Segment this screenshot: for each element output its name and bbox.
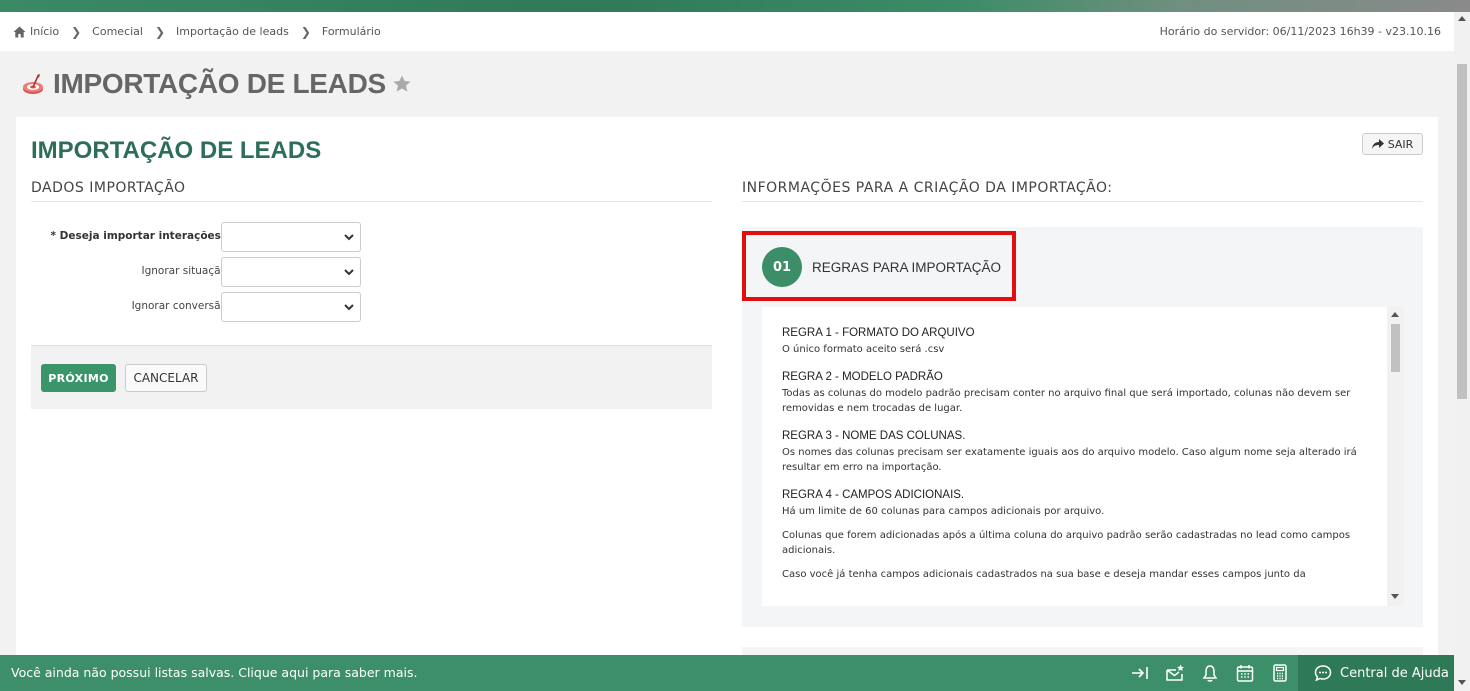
calculator-icon[interactable] (1270, 663, 1290, 683)
breadcrumb-item-formulario: Formulário (321, 25, 381, 38)
saved-lists-message[interactable]: Você ainda não possui listas salvas. Cli… (11, 665, 417, 680)
rule-text: Colunas que forem adicionadas após a últ… (782, 530, 1351, 556)
scroll-up-arrow-icon[interactable] (1391, 312, 1399, 317)
scroll-up-arrow-icon[interactable] (1458, 16, 1466, 21)
rule-text: Os nomes das colunas precisam ser exatam… (782, 447, 1357, 473)
rule-title: REGRA 1 - FORMATO DO ARQUIVO (782, 327, 975, 339)
import-interactions-select[interactable] (221, 222, 361, 252)
rule-text: Há um limite de 60 colunas para campos a… (782, 506, 1105, 517)
info-section-title: INFORMAÇÕES PARA A CRIAÇÃO DA IMPORTAÇÃO… (742, 180, 1113, 196)
rules-scrollbar[interactable] (1387, 307, 1404, 606)
breadcrumb-item-inicio[interactable]: Início (30, 25, 59, 38)
field-ignore-conversion: Ignorar conversão (31, 292, 361, 322)
breadcrumb-item-comercial[interactable]: Comecial (92, 25, 143, 38)
rule-item: REGRA 3 - NOME DAS COLUNAS. Os nomes das… (782, 430, 1362, 475)
ignore-conversion-select[interactable] (221, 292, 361, 322)
section-divider (31, 201, 712, 202)
field-import-interactions: * Deseja importar interações? (31, 222, 361, 252)
rule-text: Caso você já tenha campos adicionais cad… (782, 569, 1306, 580)
page-scroll-thumb[interactable] (1457, 64, 1467, 399)
help-center-button[interactable]: Central de Ajuda (1298, 655, 1454, 691)
rule-title: REGRA 3 - NOME DAS COLUNAS. (782, 430, 966, 442)
page-header: IMPORTAÇÃO DE LEADS (21, 68, 412, 100)
server-time: Horário do servidor: 06/11/2023 16h39 - … (1159, 25, 1441, 38)
target-icon (23, 74, 43, 94)
sign-in-icon[interactable] (1130, 663, 1150, 683)
field-ignore-situation: Ignorar situação (31, 257, 361, 287)
help-center-label: Central de Ajuda (1340, 665, 1449, 681)
cancel-button[interactable]: CANCELAR (125, 364, 207, 392)
card-title: IMPORTAÇÃO DE LEADS (31, 137, 322, 164)
star-icon[interactable] (392, 74, 412, 94)
exit-label: SAIR (1387, 137, 1414, 151)
step-title: REGRAS PARA IMPORTAÇÃO (812, 260, 1002, 275)
top-accent-bar (0, 0, 1470, 12)
home-icon (13, 26, 26, 37)
field-label: * Deseja importar interações? (50, 230, 227, 242)
breadcrumb-home[interactable]: Início (13, 25, 59, 38)
rules-panel: 01 REGRAS PARA IMPORTAÇÃO REGRA 1 - FORM… (742, 227, 1423, 627)
field-label: Ignorar situação (141, 265, 227, 277)
page-title: IMPORTAÇÃO DE LEADS (53, 68, 386, 99)
rule-title: REGRA 2 - MODELO PADRÃO (782, 371, 943, 383)
footer-icon-group (1130, 663, 1290, 683)
chevron-down-icon (344, 269, 354, 276)
bell-icon[interactable] (1200, 663, 1220, 683)
rules-list: REGRA 1 - FORMATO DO ARQUIVO O único for… (782, 327, 1362, 596)
step-number-badge: 01 (762, 247, 802, 287)
rule-title: REGRA 4 - CAMPOS ADICIONAIS. (782, 489, 965, 501)
footer-bar: Você ainda não possui listas salvas. Cli… (0, 655, 1454, 691)
next-button[interactable]: PRÓXIMO (41, 364, 116, 392)
chevron-right-icon: ❯ (71, 24, 82, 39)
mail-star-icon[interactable] (1165, 663, 1185, 683)
rule-text: Todas as colunas do modelo padrão precis… (782, 388, 1351, 414)
breadcrumb: Início ❯ Comecial ❯ Importação de leads … (0, 12, 1454, 51)
page-scrollbar[interactable] (1454, 12, 1470, 691)
chevron-down-icon (344, 304, 354, 311)
rule-text: O único formato aceito será .csv (782, 344, 945, 355)
chevron-right-icon: ❯ (300, 24, 311, 39)
chat-icon (1314, 665, 1332, 682)
form-section-title: DADOS IMPORTAÇÃO (31, 180, 186, 196)
rules-scroll-box[interactable]: REGRA 1 - FORMATO DO ARQUIVO O único for… (762, 307, 1404, 606)
chevron-right-icon: ❯ (154, 24, 166, 39)
section-divider (742, 201, 1423, 202)
breadcrumb-item-importacao[interactable]: Importação de leads (176, 25, 289, 38)
field-label: Ignorar conversão (131, 300, 227, 312)
scroll-down-arrow-icon[interactable] (1391, 594, 1399, 599)
rules-scroll-thumb[interactable] (1391, 324, 1400, 372)
chevron-down-icon (344, 234, 354, 241)
ignore-situation-select[interactable] (221, 257, 361, 287)
rule-item: REGRA 2 - MODELO PADRÃO Todas as colunas… (782, 371, 1362, 416)
share-arrow-icon (1371, 139, 1384, 149)
rule-item: REGRA 4 - CAMPOS ADICIONAIS. Há um limit… (782, 489, 1362, 582)
calendar-icon[interactable] (1235, 663, 1255, 683)
scroll-down-arrow-icon[interactable] (1458, 680, 1466, 685)
import-card: IMPORTAÇÃO DE LEADS SAIR DADOS IMPORTAÇÃ… (16, 117, 1438, 677)
form-actions: PRÓXIMO CANCELAR (31, 345, 712, 409)
rule-item: REGRA 1 - FORMATO DO ARQUIVO O único for… (782, 327, 1362, 357)
exit-button[interactable]: SAIR (1362, 133, 1423, 155)
